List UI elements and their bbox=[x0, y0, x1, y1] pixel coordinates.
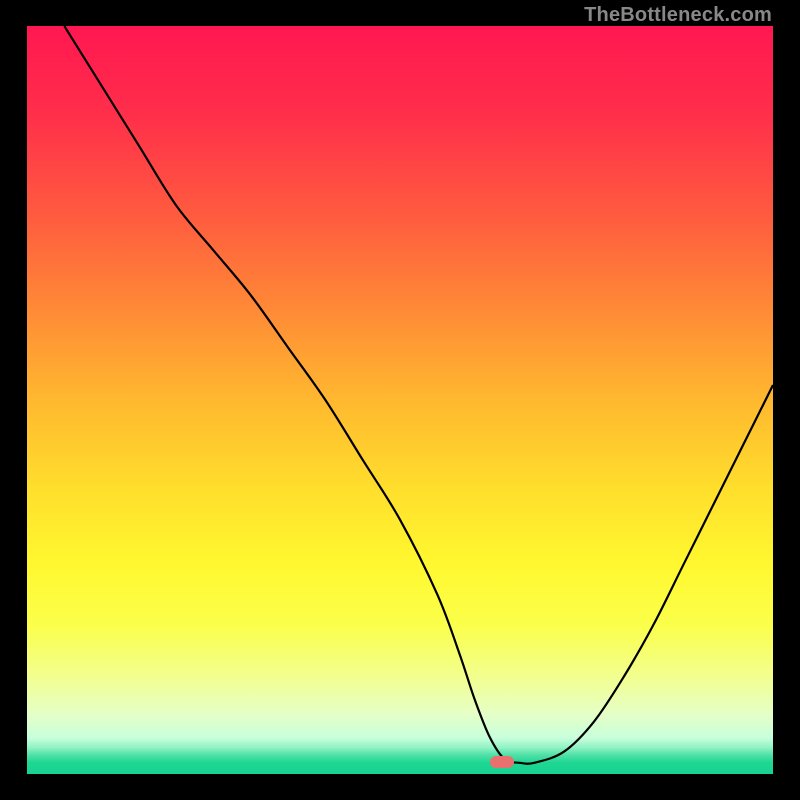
background-gradient bbox=[27, 26, 773, 774]
chart-frame: TheBottleneck.com bbox=[0, 0, 800, 800]
plot-area bbox=[27, 26, 773, 774]
bottleneck-marker bbox=[490, 756, 514, 768]
watermark-text: TheBottleneck.com bbox=[584, 4, 772, 27]
